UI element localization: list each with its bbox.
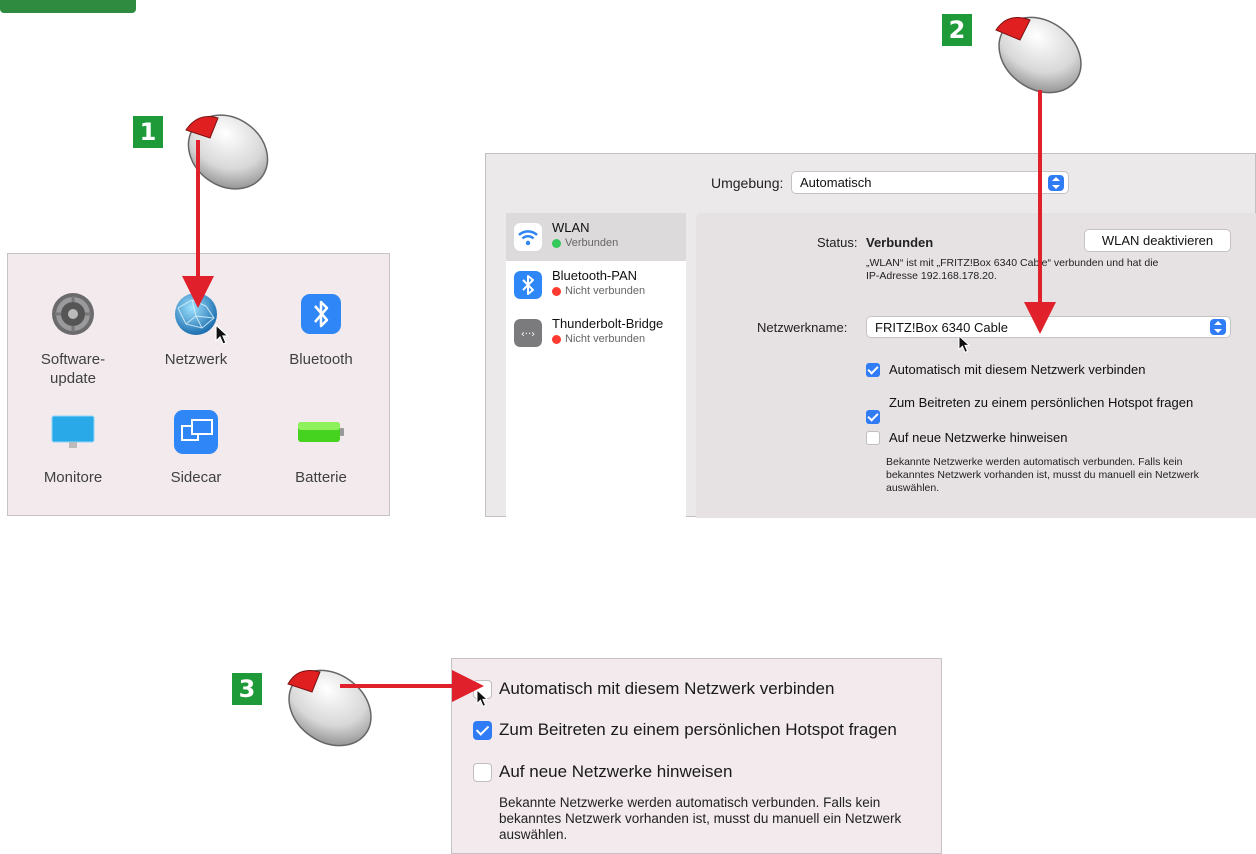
wifi-icon: [514, 223, 542, 251]
environment-label: Umgebung:: [711, 175, 784, 191]
hint-line3: auswählen.: [499, 827, 568, 842]
auto-join-label: Automatisch mit diesem Netzwerk verbinde…: [499, 679, 835, 698]
mouse-pointer-icon: [476, 689, 489, 707]
hint-line3: auswählen.: [886, 482, 940, 494]
environment-select[interactable]: Automatisch: [791, 171, 1069, 194]
status-dot-red: [552, 334, 561, 344]
chevron-updown-icon: [1210, 319, 1226, 335]
status-description-line1: „WLAN“ ist mit „FRITZ!Box 6340 Cable“ ve…: [866, 257, 1159, 269]
hint-line2: bekanntes Netzwerk vorhanden ist, musst …: [499, 811, 902, 826]
pref-label: Bluetooth: [289, 351, 353, 368]
status-description-line2: IP-Adresse 192.168.178.20.: [866, 270, 997, 282]
network-name-select[interactable]: FRITZ!Box 6340 Cable: [866, 316, 1231, 338]
header-strip: [0, 0, 136, 13]
service-status: Nicht verbunden: [552, 285, 645, 297]
status-value: Verbunden: [866, 235, 934, 250]
pref-monitore[interactable]: Monitore: [18, 408, 128, 487]
globe-icon: [175, 293, 217, 335]
hotspot-ask-label: Zum Beitreten zu einem persönlichen Hots…: [499, 720, 897, 739]
mouse-illustration-3: [287, 669, 372, 747]
notify-networks-label: Auf neue Netzwerke hinweisen: [889, 430, 1068, 445]
service-item-bluetooth-pan[interactable]: Bluetooth-PAN Nicht verbunden: [506, 261, 686, 309]
notify-networks-checkbox[interactable]: [866, 431, 880, 445]
service-status: Nicht verbunden: [552, 333, 645, 345]
mouse-pointer-icon: [215, 324, 230, 345]
svg-text:‹··›: ‹··›: [521, 329, 535, 340]
status-label: Status:: [817, 235, 858, 250]
pref-bluetooth[interactable]: Bluetooth: [266, 290, 376, 369]
status-dot-red: [552, 286, 561, 296]
service-status: Verbunden: [552, 237, 618, 249]
network-name-label: Netzwerkname:: [757, 320, 848, 335]
hotspot-ask-label: Zum Beitreten zu einem persönlichen Hots…: [889, 395, 1194, 410]
monitor-icon: [51, 415, 95, 448]
pref-netzwerk[interactable]: Netzwerk: [141, 290, 251, 369]
hotspot-ask-checkbox[interactable]: [866, 410, 880, 424]
step-badge-2: 2: [942, 14, 972, 46]
service-status-text: Verbunden: [565, 237, 619, 249]
notify-networks-label: Auf neue Netzwerke hinweisen: [499, 762, 733, 781]
step-badge-3: 3: [232, 673, 262, 705]
auto-join-label: Automatisch mit diesem Netzwerk verbinde…: [889, 362, 1146, 377]
service-name: Thunderbolt-Bridge: [552, 316, 664, 331]
service-item-thunderbolt-bridge[interactable]: ‹··› Thunderbolt-Bridge Nicht verbunden: [506, 309, 686, 357]
chevron-updown-icon: [1048, 174, 1064, 191]
pref-label: Monitore: [43, 469, 103, 486]
service-status-text: Nicht verbunden: [565, 285, 646, 297]
hint-line1: Bekannte Netzwerke werden automatisch ve…: [499, 795, 881, 810]
service-name: WLAN: [552, 220, 590, 235]
hint-line2: bekanntes Netzwerk vorhanden ist, musst …: [886, 469, 1199, 481]
wlan-deactivate-button[interactable]: WLAN deaktivieren: [1084, 229, 1231, 252]
mouse-illustration-2: [995, 16, 1082, 94]
environment-value: Automatisch: [800, 175, 872, 190]
step-badge-1: 1: [133, 116, 163, 148]
service-name: Bluetooth-PAN: [552, 268, 638, 283]
notify-networks-checkbox[interactable]: [473, 763, 492, 782]
hotspot-ask-checkbox[interactable]: [473, 721, 492, 740]
pref-label: Software- update: [40, 351, 106, 387]
service-list: WLAN Verbunden Bluetooth-PAN Nicht verbu…: [506, 213, 686, 518]
sidecar-icon: [174, 410, 218, 454]
gear-icon: [52, 293, 94, 335]
thunderbolt-icon: ‹··›: [514, 319, 542, 347]
hint-line1: Bekannte Netzwerke werden automatisch ve…: [886, 456, 1183, 468]
mouse-pointer-icon: [958, 335, 971, 353]
auto-join-checkbox[interactable]: [866, 363, 880, 377]
pref-label: Sidecar: [170, 469, 222, 486]
service-detail-pane: Status: Verbunden WLAN deaktivieren „WLA…: [696, 213, 1256, 518]
network-name-value: FRITZ!Box 6340 Cable: [875, 319, 1008, 335]
system-preferences-panel: Software- update Netzwerk Bluetooth Moni…: [7, 253, 390, 516]
status-dot-green: [552, 238, 561, 248]
network-settings-window: Umgebung: Automatisch WLAN Verbunden Blu…: [485, 153, 1256, 518]
pref-sidecar[interactable]: Sidecar: [141, 408, 251, 487]
pref-batterie[interactable]: Batterie: [266, 408, 376, 487]
pref-label: Netzwerk: [164, 351, 228, 368]
checkbox-zoom-panel: Automatisch mit diesem Netzwerk verbinde…: [451, 658, 942, 854]
mouse-illustration-1: [185, 114, 269, 190]
pref-softwareupdate[interactable]: Software- update: [18, 290, 128, 388]
service-status-text: Nicht verbunden: [565, 333, 646, 345]
pref-label: Batterie: [295, 469, 347, 486]
battery-icon: [298, 422, 344, 442]
bluetooth-icon: [301, 294, 341, 334]
bluetooth-icon: [514, 271, 542, 299]
service-item-wlan[interactable]: WLAN Verbunden: [506, 213, 686, 261]
